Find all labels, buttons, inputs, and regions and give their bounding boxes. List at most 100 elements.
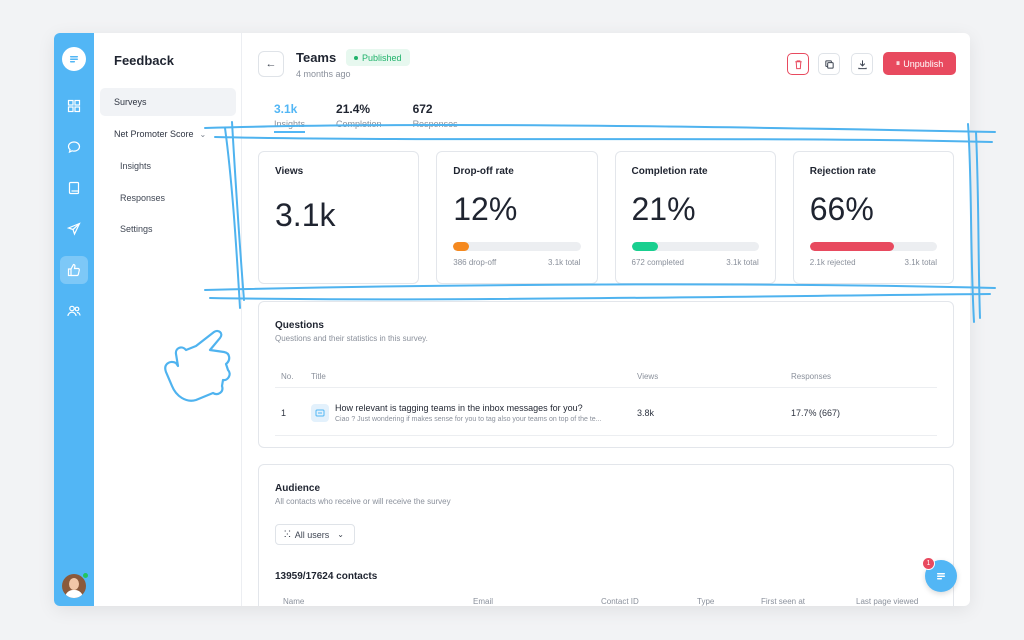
unpublish-button[interactable]: ⏸ Unpublish [883,52,956,75]
chat-logo-icon[interactable] [62,47,86,71]
feedback-sidebar: Feedback Surveys Net Promoter Score ⌄ Ins… [94,33,242,606]
progress-fill [809,242,894,251]
table-row[interactable]: 1 How relevant is tagging teams in the i… [275,392,937,436]
footer-right: 3.1k total [548,258,581,267]
tab-label: Responses [412,119,458,129]
status-label: Published [362,52,402,63]
section-description: Questions and their statistics in this s… [275,334,428,343]
dashboard-icon[interactable] [60,92,88,120]
progress-bar [631,242,759,251]
stats-cards: Views 3.1k Drop-off rate 12% 386 drop-of… [258,151,954,284]
row-no: 1 [281,408,287,418]
col-name: Name [283,597,305,606]
trash-icon [794,59,802,69]
contacts-count: 13959/17624 contacts [275,571,378,582]
audience-section: Audience All contacts who receive or wil… [258,464,954,606]
sidebar-item-label: Surveys [114,97,147,107]
sidebar-item-label: Insights [120,161,152,171]
card-label: Views [275,166,304,177]
card-footer: 386 drop-off 3.1k total [453,258,580,267]
section-title: Audience [275,483,321,494]
footer-right: 3.1k total [726,258,759,267]
icon-rail [54,33,94,606]
sidebar-item-label: Responses [120,193,166,203]
progress-bar [809,242,937,251]
back-button[interactable]: ← [258,51,284,77]
delete-button[interactable] [787,53,809,75]
card-value: 3.1k [275,197,336,233]
tab-responses[interactable]: 672 Responses [413,102,458,133]
col-type: Type [697,597,715,606]
col-contact-id: Contact ID [601,597,639,606]
download-button[interactable] [851,53,873,75]
download-icon [857,59,867,69]
views-card: Views 3.1k [258,151,420,284]
footer-left: 672 completed [631,258,684,267]
progress-bar [453,242,581,251]
chat-bubble-icon[interactable] [60,133,88,161]
footer-left: 386 drop-off [453,258,497,267]
col-email: Email [473,597,494,606]
sidebar-item-surveys[interactable]: Surveys [100,88,236,116]
status-dot [354,55,358,60]
audience-filter-dropdown[interactable]: ⵘ All users ⌄ [275,524,355,545]
question-icon [311,404,329,422]
users-icon: ⵘ [284,529,291,539]
sidebar-item-insights[interactable]: Insights [100,152,236,180]
sidebar-title: Feedback [114,53,174,68]
dropoff-card: Drop-off rate 12% 386 drop-off 3.1k total [436,151,598,284]
sidebar-item-settings[interactable]: Settings [100,215,236,243]
col-views: Views [637,372,659,381]
chevron-down-icon: ⌄ [337,530,344,539]
main-content: ← Teams Published 4 months ago ⏸ Unpublis… [242,33,970,606]
tab-label: Completion [336,119,382,129]
row-responses: 17.7% (667) [791,408,841,418]
page-title: Teams [296,50,337,65]
page-subtitle: 4 months ago [296,69,351,79]
book-icon[interactable] [60,174,88,202]
tab-completion[interactable]: 21.4% Completion [336,102,382,133]
sidebar-item-responses[interactable]: Responses [100,184,236,212]
pause-icon: ⏸ [895,58,901,68]
users-icon[interactable] [60,297,88,325]
card-footer: 2.1k rejected 3.1k total [810,258,937,267]
completion-card: Completion rate 21% 672 completed 3.1k to… [614,151,776,284]
duplicate-button[interactable] [818,53,840,75]
progress-fill [453,242,469,251]
online-status-dot [82,572,89,579]
scribble-line [975,131,981,319]
col-no: No. [281,372,294,381]
tab-label: Insights [274,119,306,129]
app-window: Feedback Surveys Net Promoter Score ⌄ Ins… [54,33,970,606]
card-label: Rejection rate [809,166,876,177]
footer-right: 3.1k total [904,258,937,267]
card-footer: 672 completed 3.1k total [632,258,759,267]
summary-tabs: 3.1k Insights 21.4% Completion 672 Response… [274,102,458,133]
tab-insights[interactable]: 3.1k Insights [274,102,306,133]
card-value: 66% [809,191,874,227]
table-header: No. Title Views Responses [275,368,937,388]
thumbs-up-icon[interactable] [60,256,88,284]
send-icon[interactable] [60,215,88,243]
question-title: How relevant is tagging teams in the inb… [335,403,583,413]
sidebar-item-nps[interactable]: Net Promoter Score ⌄ [100,120,236,148]
filter-value: All users [294,529,330,540]
chat-notification-badge: 1 [922,557,935,570]
status-badge: Published [346,49,410,66]
footer-left: 2.1k rejected [809,258,856,267]
col-first-seen: First seen at [761,597,806,606]
tab-value: 21.4% [336,102,371,116]
card-label: Completion rate [631,166,708,177]
chat-icon [937,573,945,580]
unpublish-label: Unpublish [903,58,944,69]
col-title: Title [311,372,326,381]
sidebar-item-label: Net Promoter Score [114,129,194,139]
card-value: 21% [631,191,696,227]
card-label: Drop-off rate [453,166,514,177]
question-description: Ciao ? Just wondering if makes sense for… [335,416,602,423]
chevron-down-icon: ⌄ [199,129,207,139]
sidebar-item-label: Settings [120,224,153,234]
tab-value: 3.1k [274,102,298,116]
questions-section: Questions Questions and their statistics… [258,301,954,448]
copy-icon [824,59,834,69]
